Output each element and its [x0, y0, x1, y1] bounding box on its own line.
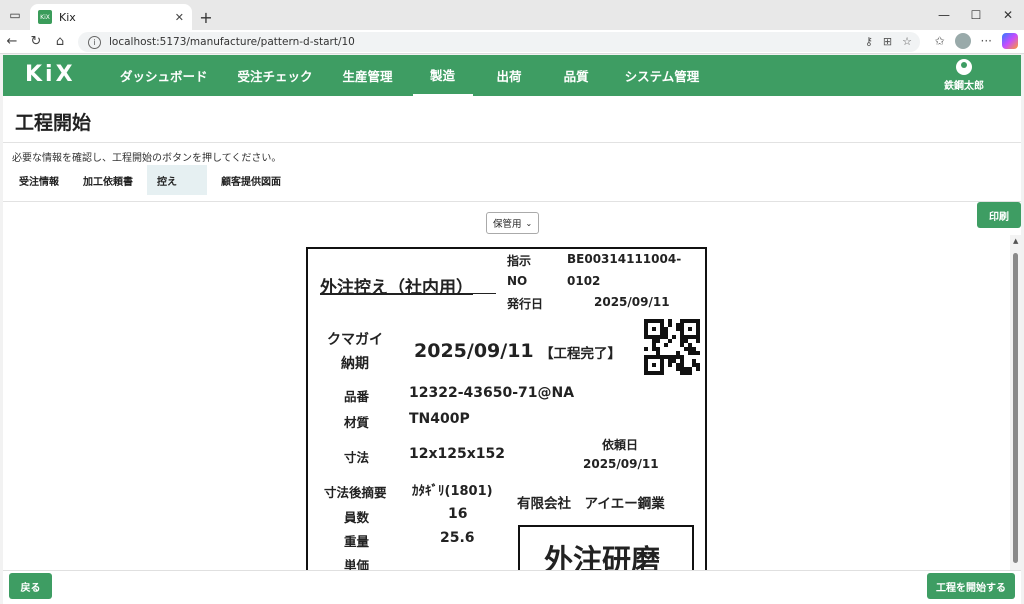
more-icon[interactable]: ···	[981, 34, 992, 48]
new-tab-icon[interactable]: +	[192, 4, 220, 30]
tab-copy[interactable]: 控え	[147, 165, 207, 195]
issue-date: 2025/09/11	[594, 295, 670, 309]
nav-production[interactable]: 生産管理	[333, 55, 403, 96]
print-button[interactable]: 印刷	[977, 202, 1021, 228]
user-icon	[956, 59, 972, 75]
instruction-no-label: 指示	[507, 254, 532, 268]
process-status: 【工程完了】	[540, 346, 621, 362]
copilot-icon[interactable]	[1002, 33, 1018, 49]
tab-title: Kix	[59, 10, 76, 24]
url-input[interactable]: i localhost:5173/manufacture/pattern-d-s…	[78, 32, 920, 52]
app-window: KiX ダッシュボード 受注チェック 生産管理 製造 出荷 品質 システム管理 …	[3, 55, 1021, 604]
close-tab-icon[interactable]: ✕	[175, 11, 184, 24]
favicon-icon: KiX	[38, 10, 52, 24]
page-title: 工程開始	[15, 112, 92, 134]
outsource-copy-document: 外注控え（社内用） 指示 NO BE00314111004- 0102 発行日 …	[306, 247, 707, 573]
back-icon[interactable]: ←	[0, 34, 24, 49]
browser-tab-bar: ▭ KiX Kix ✕ + — ☐ ✕	[0, 0, 1024, 30]
instruction-no-value-2: 0102	[567, 274, 601, 288]
window-controls: — ☐ ✕	[928, 0, 1024, 30]
size-label: 寸法	[344, 450, 370, 465]
instruction-text: 必要な情報を確認し、工程開始のボタンを押してください。	[12, 153, 282, 164]
request-date: 2025/09/11	[583, 457, 659, 471]
tab-order-info[interactable]: 受注情報	[9, 165, 69, 195]
due-label: 納期	[341, 356, 369, 372]
due-date: 2025/09/11	[414, 340, 534, 362]
customer-label: クマガイ	[327, 332, 383, 348]
qr-code	[644, 319, 700, 375]
size: 12x125x152	[409, 446, 505, 462]
user-name: 鉄鋼太郎	[944, 81, 984, 92]
weight-label: 重量	[344, 534, 370, 549]
quantity: 16	[448, 506, 468, 522]
user-menu[interactable]: 鉄鋼太郎	[944, 59, 984, 92]
browser-tab[interactable]: KiX Kix ✕	[30, 4, 192, 30]
main-nav: ダッシュボード 受注チェック 生産管理 製造 出荷 品質 システム管理	[110, 55, 719, 96]
footer-bar: 戻る 工程を開始する	[3, 570, 1021, 604]
profile-avatar[interactable]	[954, 33, 971, 49]
nav-system[interactable]: システム管理	[615, 55, 710, 96]
maximize-icon[interactable]: ☐	[960, 0, 992, 30]
app-icon[interactable]: ⊞	[883, 35, 892, 48]
nav-order-check[interactable]: 受注チェック	[228, 55, 323, 96]
app-header: KiX ダッシュボード 受注チェック 生産管理 製造 出荷 品質 システム管理 …	[3, 55, 1021, 96]
key-icon[interactable]: ⚷	[865, 35, 873, 48]
chevron-down-icon: ⌄	[525, 218, 533, 228]
home-icon[interactable]: ⌂	[48, 34, 72, 49]
address-bar: ← ↻ ⌂ i localhost:5173/manufacture/patte…	[0, 30, 1024, 54]
size-summary: ｶﾀｷﾞﾘ(1801)	[412, 484, 493, 499]
document-title: 外注控え（社内用）	[320, 278, 473, 298]
vendor-name: 有限会社 アイエー鋼業	[517, 496, 665, 512]
outsource-type: 外注研磨	[544, 543, 661, 573]
material-label: 材質	[344, 415, 370, 430]
part-no-label: 品番	[344, 389, 370, 404]
nav-shipping[interactable]: 出荷	[487, 55, 532, 96]
quantity-label: 員数	[344, 510, 370, 525]
title-underline	[320, 293, 496, 294]
nav-manufacture[interactable]: 製造	[412, 55, 473, 96]
request-date-label: 依頼日	[602, 438, 639, 452]
tab-processing-request[interactable]: 加工依頼書	[73, 165, 143, 195]
favorites-icon[interactable]: ✩	[934, 34, 944, 48]
app-logo[interactable]: KiX	[25, 62, 76, 87]
issue-date-label: 発行日	[507, 297, 544, 311]
nav-quality[interactable]: 品質	[554, 55, 599, 96]
divider	[3, 142, 1021, 143]
weight: 25.6	[440, 530, 475, 546]
part-no: 12322-43650-71@NA	[409, 385, 575, 401]
tab-customer-drawing[interactable]: 顧客提供図面	[211, 165, 291, 195]
outsource-type-box: 外注研磨	[518, 525, 694, 573]
site-info-icon[interactable]: i	[88, 35, 101, 49]
minimize-icon[interactable]: —	[928, 0, 960, 30]
size-summary-label: 寸法後摘要	[324, 485, 387, 500]
start-process-button[interactable]: 工程を開始する	[927, 573, 1015, 599]
scroll-up-icon[interactable]: ▲	[1013, 237, 1018, 245]
nav-dashboard[interactable]: ダッシュボード	[110, 55, 218, 96]
scroll-thumb[interactable]	[1013, 253, 1018, 563]
instruction-no-label-2: NO	[507, 274, 528, 288]
copy-type-value: 保管用	[493, 219, 522, 230]
divider	[3, 201, 1021, 202]
close-window-icon[interactable]: ✕	[992, 0, 1024, 30]
document-scrollbar[interactable]: ▲	[1010, 235, 1021, 573]
url-text: localhost:5173/manufacture/pattern-d-sta…	[109, 36, 355, 48]
window-menu-icon[interactable]: ▭	[0, 0, 30, 30]
material: TN400P	[409, 411, 470, 427]
reload-icon[interactable]: ↻	[24, 34, 48, 49]
content-tabs: 受注情報 加工依頼書 控え 顧客提供図面	[9, 165, 295, 195]
copy-type-select[interactable]: 保管用 ⌄	[486, 212, 539, 234]
instruction-no-value: BE00314111004-	[567, 252, 682, 266]
back-button[interactable]: 戻る	[9, 573, 52, 599]
favorite-star-icon[interactable]: ☆	[902, 35, 912, 48]
